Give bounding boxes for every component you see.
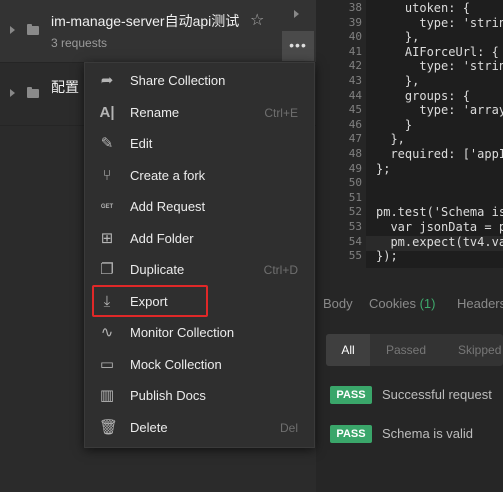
menu-item-duplicate[interactable]: ❐ Duplicate Ctrl+D bbox=[85, 255, 314, 286]
pass-badge: PASS bbox=[330, 386, 372, 404]
tab-headers[interactable]: Headers bbox=[457, 296, 503, 311]
tab-body[interactable]: Body bbox=[323, 296, 353, 311]
code-line: var jsonData = p bbox=[376, 220, 503, 234]
folder-icon bbox=[27, 87, 39, 98]
menu-item-monitor-collection[interactable]: ∿ Monitor Collection bbox=[85, 318, 314, 349]
duplicate-icon: ❐ bbox=[100, 261, 114, 278]
menu-item-share-collection[interactable]: ➦ Share Collection bbox=[85, 66, 314, 97]
docs-icon: ▥ bbox=[99, 387, 115, 404]
menu-item-label: Add Folder bbox=[130, 231, 194, 246]
trash-icon: 🗑 bbox=[99, 419, 119, 436]
line-number: 48 bbox=[348, 147, 362, 160]
menu-item-publish-docs[interactable]: ▥ Publish Docs bbox=[85, 381, 314, 412]
line-number: 54 bbox=[348, 234, 362, 248]
code-line: pm.expect(tv4.va bbox=[376, 234, 503, 249]
line-number: 43 bbox=[348, 74, 362, 87]
code-line: required: ['appI bbox=[376, 147, 503, 161]
collection-title: 配置 bbox=[51, 79, 79, 95]
pass-badge: PASS bbox=[330, 425, 372, 443]
filter-skipped[interactable]: Skipped bbox=[458, 343, 501, 357]
server-icon: ▭ bbox=[99, 356, 115, 373]
star-icon[interactable]: ☆ bbox=[250, 10, 264, 30]
menu-item-rename[interactable]: A| Rename Ctrl+E bbox=[85, 98, 314, 129]
line-number: 40 bbox=[348, 30, 362, 44]
expand-caret-icon[interactable] bbox=[10, 26, 15, 34]
rename-icon: A| bbox=[99, 104, 115, 121]
line-number: 42 bbox=[348, 59, 362, 73]
menu-item-mock-collection[interactable]: ▭ Mock Collection bbox=[85, 350, 314, 381]
collection-context-menu: ➦ Share Collection A| Rename Ctrl+E ✎ Ed… bbox=[84, 62, 315, 448]
code-line: } bbox=[376, 117, 413, 132]
code-line: }, bbox=[376, 30, 420, 45]
line-number: 50 bbox=[348, 176, 362, 190]
menu-item-label: Duplicate bbox=[130, 262, 185, 277]
code-line: AIForceUrl: { bbox=[376, 44, 499, 59]
code-line: }; bbox=[376, 161, 391, 176]
line-number: 41 bbox=[348, 44, 362, 58]
line-number: 46 bbox=[348, 117, 362, 131]
pencil-icon: ✎ bbox=[100, 135, 114, 152]
menu-item-add-folder[interactable]: ⊞ Add Folder bbox=[85, 224, 314, 255]
line-number: 51 bbox=[348, 190, 362, 204]
line-number: 45 bbox=[348, 103, 362, 117]
code-line: pm.test('Schema is bbox=[376, 205, 503, 220]
add-folder-icon: ⊞ bbox=[100, 230, 114, 247]
response-tabs: Body Cookies (1) Headers bbox=[316, 286, 503, 322]
test-results-filter: All Passed Skipped bbox=[326, 334, 503, 366]
monitor-icon: ∿ bbox=[100, 324, 114, 341]
menu-item-label: Edit bbox=[130, 136, 153, 151]
line-number: 53 bbox=[348, 220, 362, 233]
fork-icon: ⑂ bbox=[102, 167, 112, 184]
menu-item-label: Publish Docs bbox=[130, 388, 206, 403]
code-line: type: 'strin bbox=[376, 59, 503, 74]
menu-item-delete[interactable]: 🗑 Delete Del bbox=[85, 413, 314, 444]
menu-item-add-request[interactable]: GET Add Request bbox=[85, 192, 314, 223]
menu-item-shortcut: Del bbox=[279, 421, 298, 435]
share-icon: ➦ bbox=[100, 72, 114, 89]
code-line: type: 'array bbox=[376, 103, 503, 118]
expand-caret-icon[interactable] bbox=[10, 89, 15, 97]
menu-item-label: Delete bbox=[130, 420, 168, 435]
menu-item-shortcut: Ctrl+D bbox=[263, 263, 298, 277]
collection-open-arrow-icon[interactable] bbox=[294, 10, 299, 18]
menu-item-label: Monitor Collection bbox=[130, 325, 235, 340]
test-result-name: Schema is valid bbox=[382, 426, 474, 441]
folder-icon bbox=[27, 24, 39, 35]
menu-item-label: Rename bbox=[130, 105, 180, 120]
menu-item-label: Create a fork bbox=[130, 168, 206, 183]
filter-passed[interactable]: Passed bbox=[386, 343, 426, 357]
menu-item-label: Share Collection bbox=[130, 73, 226, 88]
line-number: 52 bbox=[348, 205, 362, 219]
code-line: }); bbox=[376, 249, 398, 264]
line-number: 47 bbox=[348, 132, 362, 146]
tab-cookies[interactable]: Cookies (1) bbox=[369, 296, 435, 311]
line-number: 49 bbox=[348, 161, 362, 175]
code-line: groups: { bbox=[376, 88, 470, 103]
line-number: 55 bbox=[348, 249, 362, 263]
code-line: utoken: { bbox=[376, 1, 470, 15]
menu-item-shortcut: Ctrl+E bbox=[264, 106, 298, 120]
test-script-editor[interactable]: 38 utoken: { 39 type: 'strin 40 }, 41 AIFor… bbox=[326, 0, 503, 268]
menu-item-create-fork[interactable]: ⑂ Create a fork bbox=[85, 161, 314, 192]
collection-request-count: 3 requests bbox=[51, 36, 108, 50]
menu-item-edit[interactable]: ✎ Edit bbox=[85, 129, 314, 160]
line-number: 38 bbox=[348, 1, 362, 14]
code-line: }, bbox=[376, 132, 405, 147]
test-result-name: Successful request bbox=[382, 387, 492, 402]
filter-all[interactable]: All bbox=[326, 334, 370, 366]
line-number: 44 bbox=[348, 88, 362, 102]
more-actions-button[interactable]: ••• bbox=[282, 31, 314, 61]
menu-item-label: Mock Collection bbox=[130, 357, 222, 372]
export-highlight-annotation bbox=[92, 285, 208, 317]
cookies-count: (1) bbox=[419, 296, 436, 311]
menu-item-label: Add Request bbox=[130, 199, 206, 214]
get-request-icon: GET bbox=[100, 204, 114, 210]
code-line: }, bbox=[376, 74, 420, 88]
collection-item-im-manage-server[interactable]: im-manage-server自动api测试 3 requests ☆ ••• bbox=[0, 0, 316, 63]
tab-cookies-label: Cookies bbox=[369, 296, 416, 311]
code-line: type: 'strin bbox=[376, 15, 503, 30]
line-number: 39 bbox=[348, 15, 362, 29]
collection-title: im-manage-server自动api测试 bbox=[51, 13, 240, 29]
